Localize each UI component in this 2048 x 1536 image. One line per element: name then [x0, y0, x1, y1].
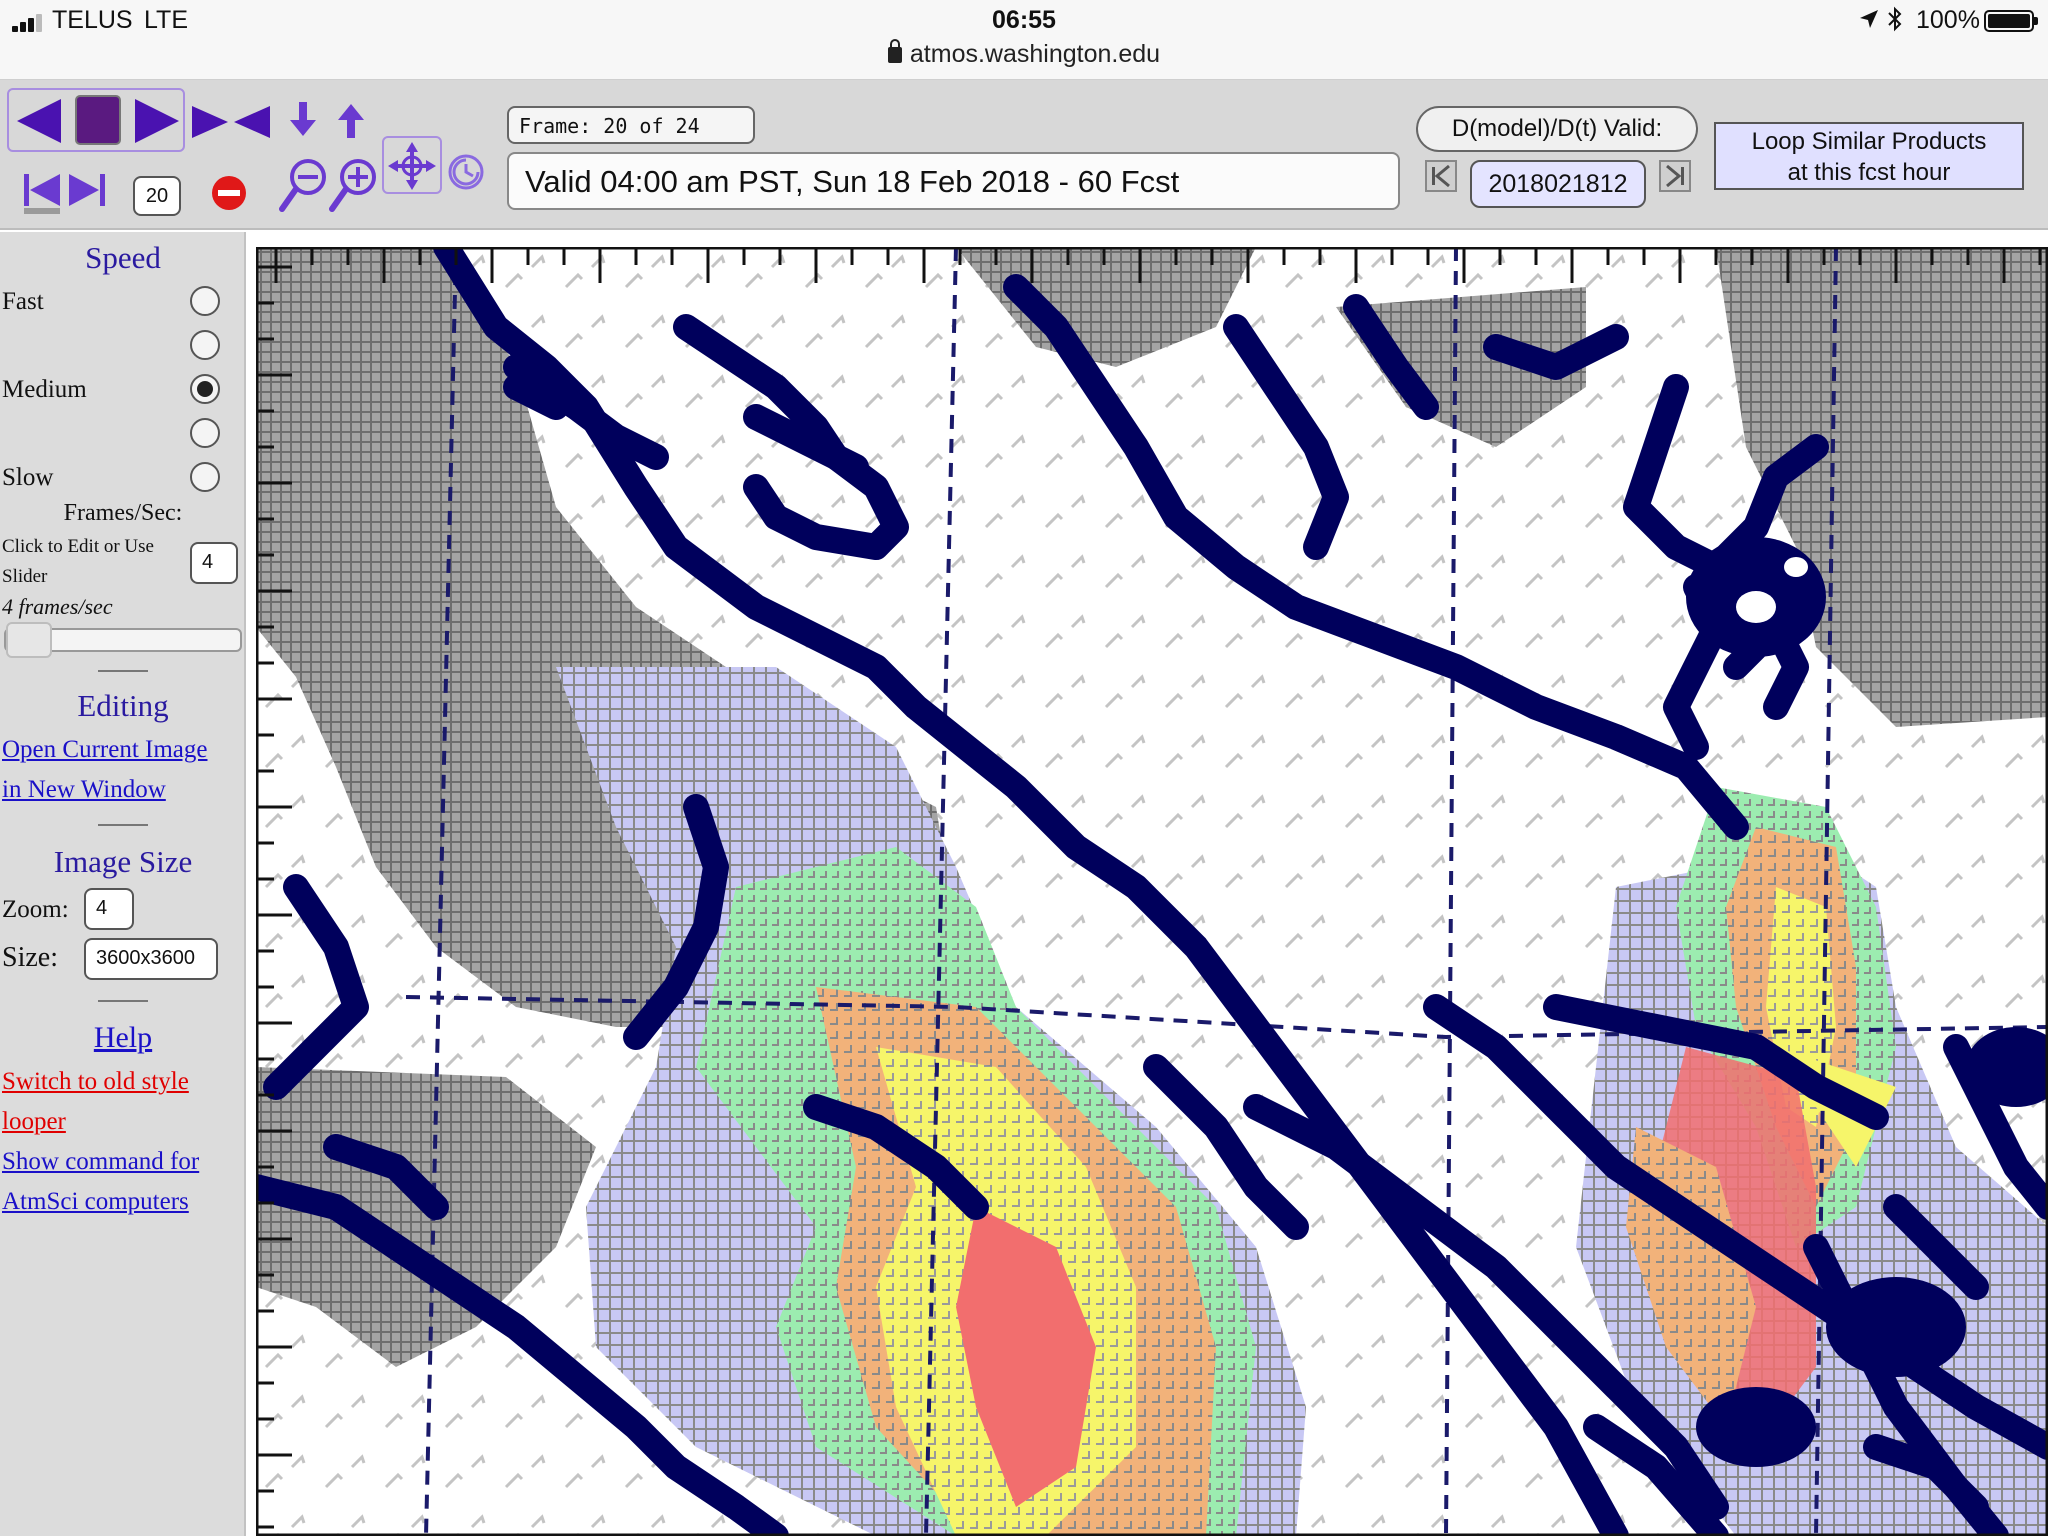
valid-time-display: Valid 04:00 am PST, Sun 18 Feb 2018 - 60… — [507, 152, 1400, 210]
zoom-in-button[interactable] — [328, 154, 378, 216]
speed-radio-medium[interactable] — [190, 374, 220, 404]
zoom-in-icon — [329, 159, 376, 212]
speed-radio-2[interactable] — [190, 330, 220, 360]
loop-similar-line1: Loop Similar Products — [1751, 128, 1987, 155]
url-bar[interactable]: atmos.washington.edu — [0, 39, 2048, 69]
open-image-link-line2[interactable]: in New Window — [2, 770, 166, 810]
size-input[interactable]: 3600x3600 — [84, 938, 218, 980]
clock: 06:55 — [992, 6, 1056, 34]
frames-hint-line2: Slider — [2, 566, 48, 587]
reset-button[interactable] — [444, 150, 488, 194]
speed-radio-fast[interactable] — [190, 286, 220, 316]
divider — [98, 1000, 148, 1002]
control-sidebar: Speed Fast Medium Slow Frames/Sec: Click… — [0, 232, 246, 1536]
show-command-link-line2[interactable]: AtmSci computers — [2, 1182, 189, 1222]
image-size-heading: Image Size — [53, 844, 193, 879]
size-label: Size: — [2, 942, 58, 973]
status-bar: TELUS LTE 06:55 100% atmos.washington.ed… — [0, 0, 2048, 80]
play-forward-button[interactable] — [130, 94, 184, 148]
step-down-button[interactable] — [286, 98, 320, 142]
forecast-map[interactable] — [256, 247, 2048, 1536]
step-down-icon — [290, 102, 316, 136]
zoom-label: Zoom: — [2, 896, 69, 923]
frames-per-sec-heading: Frames/Sec: — [63, 500, 183, 526]
frame-counter: Frame: 20 of 24 — [507, 106, 755, 144]
reset-icon — [448, 154, 484, 190]
old-style-link-line2[interactable]: looper — [2, 1102, 66, 1142]
last-frame-icon — [69, 174, 105, 206]
divider — [98, 824, 148, 826]
speed-radio-slow[interactable] — [190, 462, 220, 492]
next-date-icon — [1666, 164, 1684, 188]
speed-slider-thumb[interactable] — [6, 622, 52, 658]
help-link[interactable]: Help — [0, 1018, 246, 1058]
speed-radio-4[interactable] — [190, 418, 220, 448]
prev-date-icon — [1432, 164, 1450, 188]
speed-label-slow: Slow — [2, 464, 54, 491]
editing-heading: Editing — [77, 688, 169, 723]
divider — [98, 670, 148, 672]
frames-readout: 4 frames/sec — [2, 594, 113, 619]
zoom-out-icon — [279, 159, 326, 212]
dmodel-dt-button[interactable]: D(model)/D(t) Valid: — [1416, 106, 1698, 152]
url-text: atmos.washington.edu — [909, 40, 1161, 68]
rock-icon — [192, 106, 270, 138]
stop-icon — [75, 95, 121, 145]
frames-hint-line1: Click to Edit or Use — [2, 536, 154, 557]
next-date-button[interactable] — [1659, 160, 1691, 192]
model-date-field[interactable]: 2018021812 — [1470, 160, 1646, 208]
battery-icon — [1984, 10, 2038, 32]
speed-label-fast: Fast — [2, 288, 44, 315]
stop-loop-button[interactable] — [208, 172, 250, 214]
stop-button[interactable] — [72, 92, 124, 148]
speed-label-medium: Medium — [2, 376, 87, 403]
step-up-button[interactable] — [334, 98, 368, 142]
loop-similar-products-button[interactable]: Loop Similar Products at this fcst hour — [1714, 122, 2024, 190]
bluetooth-icon — [1888, 6, 1902, 32]
no-entry-icon — [212, 176, 246, 210]
screen: TELUS LTE 06:55 100% atmos.washington.ed… — [0, 0, 2048, 1536]
play-backward-button[interactable] — [12, 94, 66, 148]
loop-similar-line2: at this fcst hour — [1787, 159, 1951, 186]
play-forward-icon — [135, 99, 179, 143]
rock-button[interactable] — [190, 100, 272, 144]
loop-toolbar: 20 Frame: 20 of 24 Valid 04:00 am PST, S… — [0, 80, 2048, 230]
pan-icon — [388, 142, 436, 190]
lock-icon — [887, 39, 902, 63]
old-style-link-line1[interactable]: Switch to old style — [2, 1062, 189, 1102]
zoom-out-button[interactable] — [278, 154, 328, 216]
play-backward-icon — [17, 99, 61, 143]
forecast-map-image — [256, 247, 2048, 1536]
zoom-input[interactable]: 4 — [84, 888, 134, 930]
show-command-link-line1[interactable]: Show command for — [2, 1142, 199, 1182]
frame-number-field[interactable]: 20 — [133, 176, 181, 216]
battery-percent: 100% — [1916, 6, 1980, 34]
first-frame-button[interactable] — [22, 168, 62, 216]
step-up-icon — [338, 104, 364, 138]
pan-button[interactable] — [384, 138, 440, 194]
speed-heading: Speed — [85, 240, 161, 275]
frames-per-sec-input[interactable]: 4 — [190, 542, 238, 584]
prev-date-button[interactable] — [1425, 160, 1457, 192]
location-icon — [1860, 10, 1878, 28]
last-frame-button[interactable] — [66, 168, 108, 216]
first-frame-icon — [24, 174, 60, 214]
open-image-link-line1[interactable]: Open Current Image — [2, 730, 207, 770]
